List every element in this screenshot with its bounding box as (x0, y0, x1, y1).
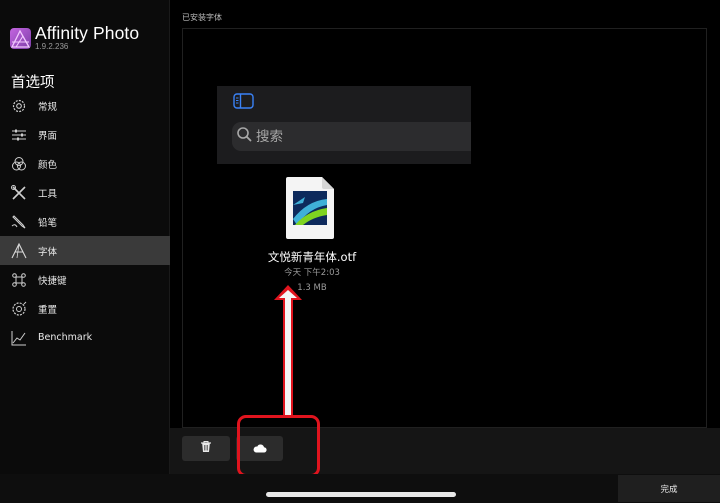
sidebar-item-label: 快捷键 (38, 275, 67, 287)
sidebar-item-label: Benchmark (38, 332, 93, 343)
sidebar-toggle-icon[interactable] (233, 93, 254, 114)
otf-file-icon[interactable] (285, 175, 336, 241)
sidebar-item-reset[interactable]: 重置 (0, 294, 170, 323)
sidebar-item-label: 工具 (38, 188, 58, 200)
sidebar-item-fonts[interactable]: 字体 (0, 236, 170, 265)
annotation-arrow (274, 285, 302, 416)
sidebar-item-label: 颜色 (38, 159, 58, 171)
preferences-menu: 常规 界面 颜色 工具 铅笔 字体 快捷键 重置 Benchmark (0, 91, 170, 352)
file-modified-date: 今天 下午2:03 (284, 268, 340, 278)
footer-bar (0, 474, 720, 503)
search-icon (236, 126, 252, 147)
done-button[interactable]: 完成 (618, 475, 720, 502)
sidebar-item-label: 重置 (38, 304, 58, 316)
search-field[interactable] (232, 122, 471, 151)
delete-font-button[interactable] (182, 436, 230, 461)
sidebar-item-benchmark[interactable]: Benchmark (0, 323, 170, 352)
sidebar-item-interface[interactable]: 界面 (0, 120, 170, 149)
sidebar-item-label: 字体 (38, 246, 58, 258)
chart-icon (9, 328, 29, 348)
color-circles-icon (9, 154, 29, 174)
tools-icon (9, 183, 29, 203)
sidebar-item-label: 常规 (38, 101, 58, 113)
pencil-icon (9, 212, 29, 232)
gear-icon (9, 96, 29, 116)
font-icon (9, 241, 29, 261)
file-size: 1.3 MB (297, 283, 327, 293)
sliders-icon (9, 125, 29, 145)
home-indicator[interactable] (266, 492, 456, 497)
sidebar-item-general[interactable]: 常规 (0, 91, 170, 120)
sidebar-item-tools[interactable]: 工具 (0, 178, 170, 207)
app-name: Affinity Photo (35, 23, 140, 43)
file-name[interactable]: 文悦新青年体.otf (232, 249, 392, 265)
sidebar-item-pencil[interactable]: 铅笔 (0, 207, 170, 236)
preferences-title: 首选项 (11, 75, 55, 91)
sidebar: Affinity Photo 1.9.2.236 首选项 常规 界面 颜色 工具… (0, 0, 170, 474)
command-key-icon (9, 270, 29, 290)
trash-icon (200, 440, 212, 458)
affinity-photo-logo-icon (10, 28, 31, 49)
annotation-highlight-box (237, 415, 320, 477)
sidebar-item-shortcuts[interactable]: 快捷键 (0, 265, 170, 294)
sidebar-item-label: 界面 (38, 130, 58, 142)
app-brand: Affinity Photo 1.9.2.236 (10, 22, 139, 52)
installed-fonts-header: 已安装字体 (182, 13, 222, 22)
file-picker (217, 86, 471, 164)
reset-gear-icon (9, 299, 29, 319)
sidebar-item-label: 铅笔 (38, 217, 58, 229)
sidebar-item-color[interactable]: 颜色 (0, 149, 170, 178)
search-input[interactable] (256, 128, 436, 145)
